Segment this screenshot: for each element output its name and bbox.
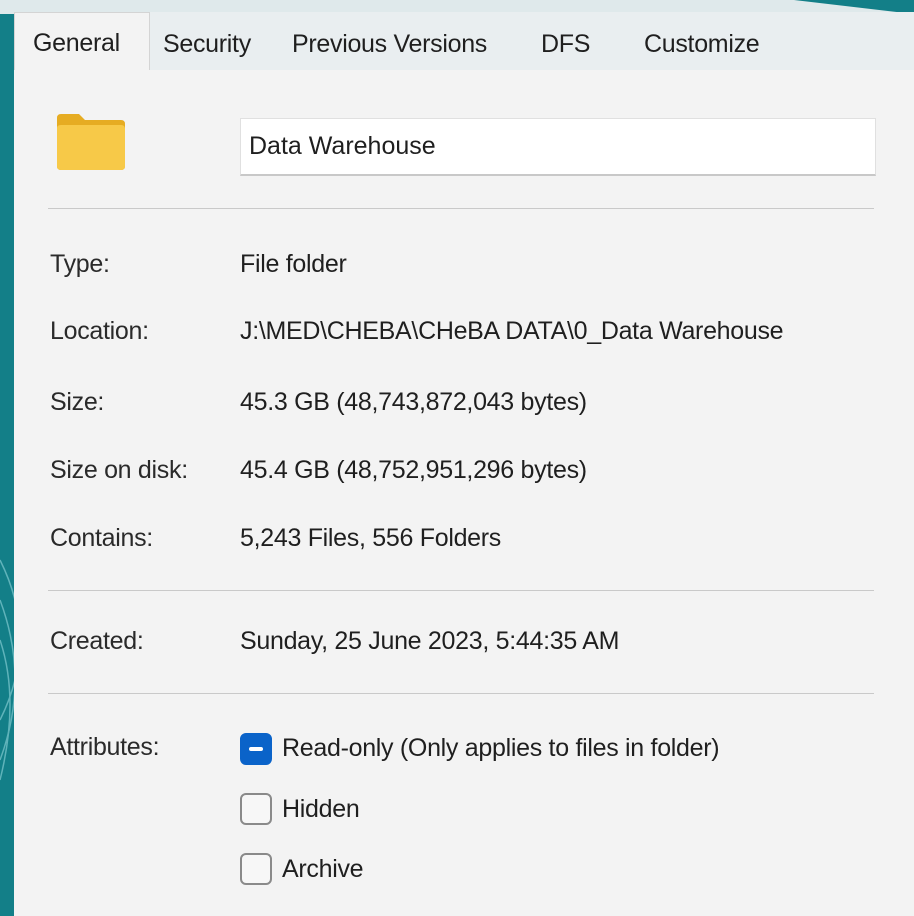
tab-previous-versions[interactable]: Previous Versions xyxy=(292,14,487,70)
attributes-label: Attributes: xyxy=(50,733,160,761)
location-label: Location: xyxy=(50,317,149,345)
read-only-checkbox[interactable] xyxy=(240,733,272,765)
general-panel xyxy=(14,70,914,916)
size-on-disk-value: 45.4 GB (48,752,951,296 bytes) xyxy=(240,456,587,484)
tab-security[interactable]: Security xyxy=(163,14,251,70)
created-value: Sunday, 25 June 2023, 5:44:35 AM xyxy=(240,627,620,655)
hidden-label[interactable]: Hidden xyxy=(282,795,360,824)
read-only-label[interactable]: Read-only (Only applies to files in fold… xyxy=(282,734,720,763)
size-value: 45.3 GB (48,743,872,043 bytes) xyxy=(240,388,587,416)
contains-value: 5,243 Files, 556 Folders xyxy=(240,524,502,552)
type-value: File folder xyxy=(240,250,347,278)
divider xyxy=(48,590,874,591)
tab-customize[interactable]: Customize xyxy=(644,14,760,70)
tab-general[interactable]: General xyxy=(14,12,150,72)
folder-name-input[interactable] xyxy=(240,118,876,176)
location-value: J:\MED\CHEBA\CHeBA DATA\0_Data Warehouse xyxy=(240,317,784,345)
size-label: Size: xyxy=(50,388,105,416)
folder-icon xyxy=(57,114,125,170)
type-label: Type: xyxy=(50,250,110,278)
size-on-disk-label: Size on disk: xyxy=(50,456,188,484)
contains-label: Contains: xyxy=(50,524,153,552)
archive-checkbox[interactable] xyxy=(240,853,272,885)
divider xyxy=(48,693,874,694)
archive-label[interactable]: Archive xyxy=(282,855,364,884)
created-label: Created: xyxy=(50,627,144,655)
divider xyxy=(48,208,874,209)
hidden-checkbox[interactable] xyxy=(240,793,272,825)
tab-dfs[interactable]: DFS xyxy=(541,14,590,70)
